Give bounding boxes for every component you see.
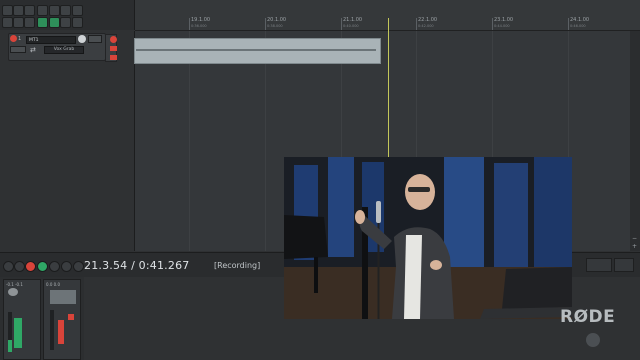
pause-button[interactable] xyxy=(49,261,60,272)
zoom-out-icon[interactable]: − xyxy=(632,236,638,242)
redo-icon[interactable] xyxy=(60,5,71,16)
record-monitor-icon xyxy=(110,36,117,43)
ruler-tick xyxy=(189,18,190,30)
track-meter-bar xyxy=(50,310,54,350)
ruler-marker-time: 0:42.000 xyxy=(418,24,434,28)
track-mute-button[interactable] xyxy=(68,314,74,320)
watermark-circle xyxy=(586,333,600,347)
time-display: 21.3.54 / 0:41.267 xyxy=(84,259,190,272)
master-meter-level xyxy=(8,340,12,352)
ruler-marker-label: 23.1.00 xyxy=(494,17,514,23)
track-record-indicator xyxy=(58,320,64,344)
ruler-tick xyxy=(568,18,569,30)
route-icon[interactable]: ⇄ xyxy=(30,46,40,54)
ripple-icon[interactable] xyxy=(37,17,48,28)
volume-knob[interactable] xyxy=(78,35,86,43)
video-overlay xyxy=(284,157,572,319)
metronome-icon[interactable] xyxy=(72,5,83,16)
ruler-tick xyxy=(492,18,493,30)
ruler-marker-label: 19.1.00 xyxy=(191,17,211,23)
ruler-marker-label: 22.1.00 xyxy=(418,17,438,23)
save-project-icon[interactable] xyxy=(24,5,35,16)
master-pan-knob[interactable] xyxy=(8,288,18,296)
main-toolbar xyxy=(0,0,135,30)
undo-icon[interactable] xyxy=(49,5,60,16)
ruler-marker-time: 0:38.000 xyxy=(267,24,283,28)
rode-logo: RØDE xyxy=(560,307,616,327)
record-button[interactable] xyxy=(25,261,36,272)
ruler-tick xyxy=(265,18,266,30)
master-strip-label: -0.1 -0.1 xyxy=(6,282,23,287)
ruler-marker-time: 0:44.000 xyxy=(494,24,510,28)
vertical-scrollbar[interactable] xyxy=(630,31,640,251)
new-project-icon[interactable] xyxy=(2,5,13,16)
mixer-icon[interactable] xyxy=(24,17,35,28)
open-project-icon[interactable] xyxy=(13,5,24,16)
go-to-start-button[interactable] xyxy=(3,261,14,272)
media-item[interactable] xyxy=(134,38,381,64)
meter-clip-indicator xyxy=(110,46,117,51)
ruler-marker-time: 0:46.000 xyxy=(570,24,586,28)
stop-button[interactable] xyxy=(14,261,25,272)
ruler-marker-label: 24.1.00 xyxy=(570,17,590,23)
snap-icon[interactable] xyxy=(13,17,24,28)
input-select[interactable]: Vox Grab xyxy=(44,46,84,54)
track-strip-thumbnail xyxy=(50,290,76,304)
ruler-marker-time: 0:36.000 xyxy=(191,24,207,28)
fx-button[interactable] xyxy=(10,46,26,53)
track-strip-label: 0.0 0.0 xyxy=(46,282,60,287)
repeat-button[interactable] xyxy=(73,261,84,272)
ruler-tick xyxy=(416,18,417,30)
loop-icon[interactable] xyxy=(60,17,71,28)
grid-line xyxy=(189,31,190,251)
play-button[interactable] xyxy=(37,261,48,272)
zoom-in-icon[interactable]: + xyxy=(632,244,638,250)
grid-line xyxy=(265,31,266,251)
grouping-icon[interactable] xyxy=(49,17,60,28)
record-arm-button[interactable] xyxy=(10,35,17,42)
master-fader[interactable] xyxy=(14,318,22,348)
ruler-marker-time: 0:40.000 xyxy=(343,24,359,28)
track-number: 1 xyxy=(18,36,22,42)
waveform xyxy=(136,49,376,51)
mute-button[interactable] xyxy=(88,35,102,43)
tempo-box[interactable] xyxy=(586,258,612,272)
track-name-field[interactable]: MT1 xyxy=(26,36,76,44)
lock-icon[interactable] xyxy=(72,17,83,28)
track-control-panel xyxy=(0,31,135,251)
info-icon[interactable] xyxy=(37,5,48,16)
transport-status: [Recording] xyxy=(214,261,261,270)
grid-icon[interactable] xyxy=(2,17,13,28)
ruler-marker-label: 21.1.00 xyxy=(343,17,363,23)
ruler-marker-label: 20.1.00 xyxy=(267,17,287,23)
go-to-end-button[interactable] xyxy=(61,261,72,272)
time-signature-box[interactable] xyxy=(614,258,634,272)
ruler-tick xyxy=(341,18,342,30)
meter-peak-indicator xyxy=(110,55,117,60)
singer-video-frame xyxy=(284,157,572,319)
